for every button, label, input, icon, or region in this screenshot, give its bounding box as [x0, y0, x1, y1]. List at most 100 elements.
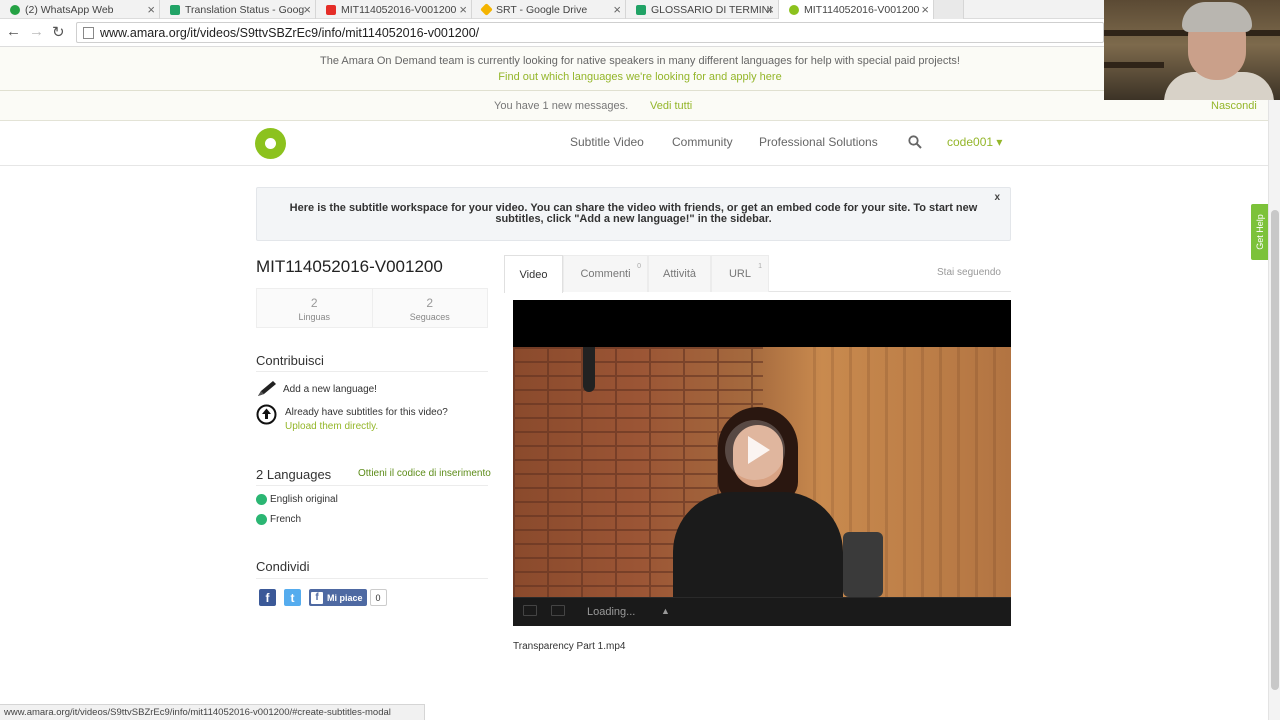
facebook-icon[interactable]: f	[259, 589, 276, 606]
tab-video[interactable]: Video	[504, 255, 563, 293]
tab-label: URL	[728, 268, 751, 280]
reload-icon[interactable]: ↻	[52, 23, 65, 41]
close-tab-icon[interactable]: ×	[613, 2, 621, 17]
messages-text: You have 1 new messages.	[494, 100, 629, 112]
menu-up-icon[interactable]: ▲	[661, 606, 670, 616]
browser-tab-google-drive[interactable]: SRT - Google Drive ×	[472, 0, 626, 19]
tab-label: SRT - Google Drive	[496, 3, 588, 16]
add-language-link[interactable]: Add a new language!	[283, 384, 377, 395]
tab-label: GLOSSARIO DI TERMINI	[651, 3, 773, 16]
browser-tab-youtube[interactable]: MIT114052016-V001200 ×	[316, 0, 472, 19]
nav-professional-solutions[interactable]: Professional Solutions	[759, 135, 878, 149]
view-all-link[interactable]: Vedi tutti	[650, 100, 692, 112]
status-dot-icon	[256, 494, 267, 505]
video-player[interactable]: Loading... ▲	[513, 300, 1011, 626]
amara-logo[interactable]	[255, 128, 286, 159]
video-title: MIT114052016-V001200	[256, 257, 443, 276]
get-help-label: Get Help	[1254, 214, 1265, 250]
nav-subtitle-video[interactable]: Subtitle Video	[570, 135, 644, 149]
amara-on-demand-notice: The Amara On Demand team is currently lo…	[0, 47, 1280, 91]
messages-bar: You have 1 new messages. Vedi tutti Nasc…	[0, 91, 1280, 121]
close-icon[interactable]: x	[994, 192, 1000, 203]
drive-icon	[480, 3, 493, 16]
notice-apply-link[interactable]: Find out which languages we're looking f…	[0, 71, 1280, 83]
share-buttons: f t f Mi piace 0	[259, 589, 387, 606]
hide-link[interactable]: Nascondi	[1211, 100, 1257, 112]
scrollbar-thumb[interactable]	[1271, 210, 1279, 690]
workspace-info-box: Here is the subtitle workspace for your …	[256, 187, 1011, 241]
youtube-icon	[326, 4, 336, 15]
tab-count: 1	[758, 263, 762, 270]
nav-community[interactable]: Community	[672, 135, 733, 149]
tab-label: Video	[519, 268, 548, 281]
url-text: www.amara.org/it/videos/S9ttvSBZrEc9/inf…	[100, 25, 480, 40]
language-label: French	[270, 514, 302, 525]
notice-text: The Amara On Demand team is currently lo…	[320, 55, 960, 67]
play-icon[interactable]	[725, 420, 785, 480]
tab-label: Commenti	[580, 268, 631, 280]
sheets-icon	[636, 4, 646, 15]
tab-label: MIT114052016-V001200	[804, 3, 920, 16]
facebook-icon: f	[311, 591, 323, 604]
stat-label: Linguas	[298, 312, 331, 322]
close-tab-icon[interactable]: ×	[766, 2, 774, 17]
tab-label: (2) WhatsApp Web	[25, 3, 114, 16]
page-icon	[83, 26, 94, 39]
embed-code-link[interactable]: Ottieni il codice di inserimento	[358, 468, 491, 479]
upload-link[interactable]: Upload them directly.	[285, 421, 378, 432]
tab-url[interactable]: URL 1	[711, 255, 769, 292]
like-button[interactable]: f Mi piace	[309, 589, 367, 606]
forward-arrow-icon[interactable]: →	[29, 23, 44, 40]
pipe	[583, 347, 595, 392]
browser-toolbar: ← → ↻ www.amara.org/it/videos/S9ttvSBZrE…	[0, 19, 1104, 47]
close-tab-icon[interactable]: ×	[921, 2, 929, 17]
language-item-french[interactable]: French	[256, 514, 301, 525]
divider	[256, 578, 488, 579]
languages-heading: 2 Languages	[256, 467, 332, 482]
contribute-heading: Contribuisci	[256, 353, 324, 368]
new-tab-button[interactable]	[934, 0, 964, 19]
already-have-text: Already have subtitles for this video?	[285, 407, 448, 418]
close-tab-icon[interactable]: ×	[147, 2, 155, 17]
add-language-row[interactable]: Add a new language!	[256, 379, 377, 399]
user-menu[interactable]: code001 ▾	[947, 135, 1002, 149]
browser-tab-strip: (2) WhatsApp Web × Translation Status - …	[0, 0, 1280, 19]
language-item-english[interactable]: English original	[256, 494, 338, 505]
speaker-body	[673, 492, 843, 602]
get-help-button[interactable]: Get Help	[1251, 204, 1268, 260]
stat-languages[interactable]: 2 Linguas	[257, 289, 373, 327]
close-tab-icon[interactable]: ×	[459, 2, 467, 17]
tab-label: MIT114052016-V001200	[341, 3, 457, 16]
browser-tab-translation-status[interactable]: Translation Status - Goog ×	[160, 0, 316, 19]
search-icon[interactable]	[908, 135, 922, 149]
browser-tab-whatsapp[interactable]: (2) WhatsApp Web ×	[0, 0, 160, 19]
share-heading: Condividi	[256, 559, 310, 574]
browser-tab-amara-active[interactable]: MIT114052016-V001200 ×	[779, 0, 934, 19]
back-arrow-icon[interactable]: ←	[6, 23, 21, 40]
shelf	[1104, 62, 1164, 68]
tab-activity[interactable]: Attività	[648, 255, 711, 292]
status-dot-icon	[256, 514, 267, 525]
browser-status-bar: www.amara.org/it/videos/S9ttvSBZrEc9/inf…	[0, 704, 425, 720]
like-count: 0	[369, 589, 387, 606]
player-controls: Loading... ▲	[513, 597, 1011, 626]
close-tab-icon[interactable]: ×	[303, 2, 311, 17]
sheets-icon	[170, 4, 180, 15]
following-status[interactable]: Stai seguendo	[937, 267, 1001, 278]
scrollbar[interactable]	[1268, 100, 1280, 720]
subtitles-icon[interactable]	[523, 605, 537, 616]
twitter-icon[interactable]: t	[284, 589, 301, 606]
browser-tab-glossario[interactable]: GLOSSARIO DI TERMINI ×	[626, 0, 779, 19]
video-tabs: Video Commenti 0 Attività URL 1	[504, 255, 1011, 293]
address-bar[interactable]: www.amara.org/it/videos/S9ttvSBZrEc9/inf…	[76, 22, 1104, 43]
whatsapp-icon	[10, 4, 20, 15]
pencil-icon	[258, 381, 276, 396]
tab-label: Attività	[662, 268, 696, 280]
loading-text: Loading...	[587, 606, 636, 618]
transcript-icon[interactable]	[551, 605, 565, 616]
tab-label: Translation Status - Goog	[185, 3, 305, 16]
info-text: Here is the subtitle workspace for your …	[289, 202, 978, 225]
tab-comments[interactable]: Commenti 0	[563, 255, 648, 292]
video-stats: 2 Linguas 2 Seguaces	[256, 288, 488, 328]
stat-followers[interactable]: 2 Seguaces	[373, 289, 488, 327]
